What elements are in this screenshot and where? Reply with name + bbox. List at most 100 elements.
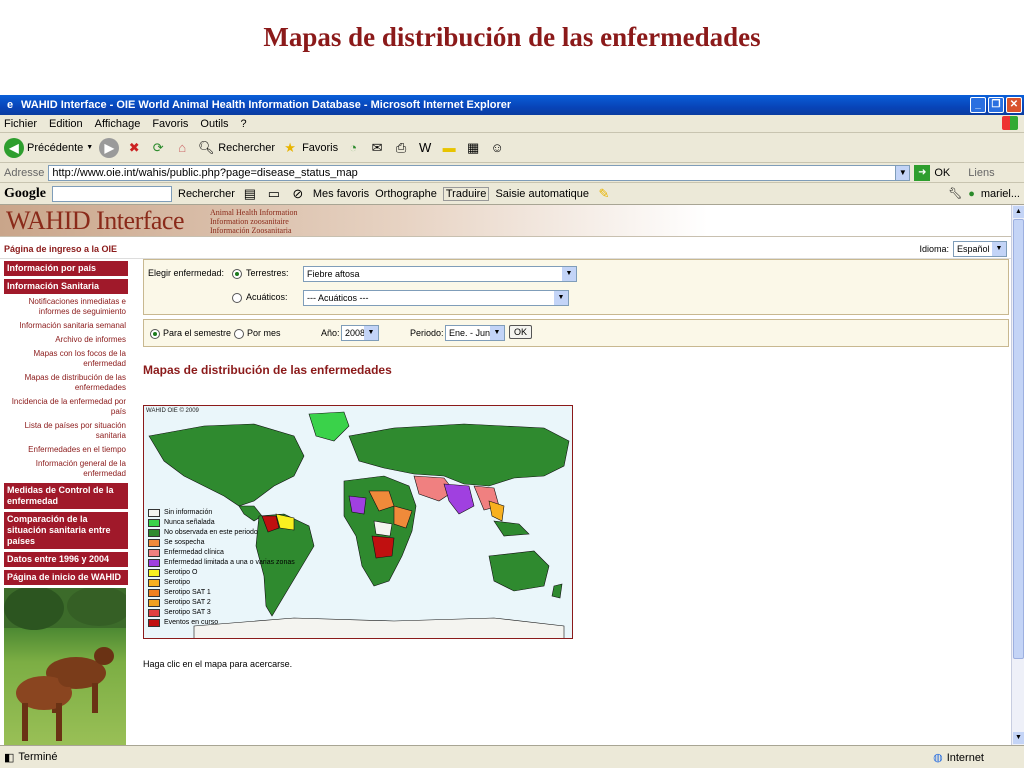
toolbar: ◀ Précédente ▼ ▶ ✖ ⟳ ⌂ 🔍︎ Rechercher ★ F… [0, 133, 1024, 163]
stop-icon[interactable]: ✖ [125, 139, 143, 157]
menu-affichage[interactable]: Affichage [95, 118, 141, 130]
legend-item: Serotipo O [148, 568, 295, 578]
google-search-input[interactable] [52, 185, 172, 202]
highlighter-icon[interactable]: ✎ [595, 185, 613, 203]
research-icon[interactable]: ▦ [464, 139, 482, 157]
legend-item: Eventos en curso [148, 618, 295, 628]
legend-swatch [148, 529, 160, 537]
sidebar-subitem[interactable]: Incidencia de la enfermedad por país [4, 397, 128, 417]
sidebar-subitem[interactable]: Mapas de distribución de las enfermedade… [4, 373, 128, 393]
menu-fichier[interactable]: Fichier [4, 118, 37, 130]
sidebar: Información por país Información Sanitar… [4, 261, 128, 745]
home-icon[interactable]: ⌂ [173, 139, 191, 157]
slide-title: Mapas de distribución de las enfermedade… [263, 22, 761, 52]
menu-help[interactable]: ? [241, 118, 247, 130]
globe-icon: ◍ [933, 752, 943, 764]
period-select[interactable]: Ene. - Jun. ▼ [445, 325, 505, 341]
zone-text: Internet [946, 751, 984, 764]
back-button[interactable]: ◀ Précédente ▼ [4, 137, 93, 158]
year-select[interactable]: 2008 ▼ [341, 325, 379, 341]
legend-swatch [148, 589, 160, 597]
sidebar-subitem[interactable]: Información general de la enfermedad [4, 459, 128, 479]
minimize-button[interactable]: _ [970, 97, 986, 113]
search-label: Rechercher [218, 141, 276, 154]
legend-swatch [148, 599, 160, 607]
address-input[interactable]: http://www.oie.int/wahis/public.php?page… [48, 164, 911, 181]
title-bar: e WAHID Interface - OIE World Animal Hea… [0, 95, 1024, 115]
window-title: WAHID Interface - OIE World Animal Healt… [21, 99, 512, 111]
sidebar-subitem[interactable]: Enfermedades en el tiempo [4, 445, 128, 455]
terrestrial-disease-select[interactable]: Fiebre aftosa ▼ [303, 266, 577, 282]
menu-favoris[interactable]: Favoris [152, 118, 188, 130]
go-arrow-icon[interactable]: ➜ [914, 164, 931, 181]
scroll-up-icon[interactable]: ▲ [1013, 206, 1024, 218]
folder-icon[interactable]: ▬ [440, 139, 458, 157]
sidebar-subitem[interactable]: Mapas con los focos de la enfermedad [4, 349, 128, 369]
go-button[interactable]: OK [934, 167, 950, 179]
refresh-icon[interactable]: ⟳ [149, 139, 167, 157]
autofill-button[interactable]: Saisie automatique [495, 188, 589, 200]
wahid-logo[interactable]: WAHID Interface [6, 206, 185, 236]
favorites-label: Favoris [302, 141, 339, 154]
maximize-button[interactable]: ❐ [988, 97, 1004, 113]
sidebar-subitem[interactable]: Lista de países por situación sanitaria [4, 421, 128, 441]
sidebar-item-sanitary-info[interactable]: Información Sanitaria [4, 279, 128, 294]
sidebar-item-country-info[interactable]: Información por país [4, 261, 128, 276]
google-logo: Google [4, 185, 46, 201]
google-search-button[interactable]: Rechercher [178, 188, 235, 200]
chevron-down-icon: ▼ [562, 267, 576, 281]
legend-swatch [148, 519, 160, 527]
spellcheck-button[interactable]: Orthographe [375, 188, 437, 200]
messenger-icon[interactable]: ☺ [488, 139, 506, 157]
oie-home-link[interactable]: Página de ingreso a la OIE [4, 244, 117, 254]
language-select[interactable]: Español ▼ [953, 240, 1007, 257]
pagerank-icon: ▭ [267, 185, 280, 201]
month-label: Por mes [247, 328, 281, 338]
menu-edition[interactable]: Edition [49, 118, 83, 130]
aquatic-radio[interactable] [232, 293, 242, 303]
history-icon[interactable]: ◔ [344, 139, 362, 157]
legend-item: Enfermedad limitada a una o varias zonas [148, 558, 295, 568]
star-icon: ★ [284, 139, 296, 155]
links-button[interactable]: Liens [968, 167, 994, 179]
map-credit: WAHID OIE © 2009 [146, 407, 200, 414]
sidebar-subitem[interactable]: Información sanitaria semanal [4, 321, 128, 331]
favorites-button[interactable]: ★ Favoris [281, 139, 338, 157]
sidebar-item-control[interactable]: Medidas de Control de la enfermedad [4, 483, 128, 509]
vertical-scrollbar[interactable]: ▲ ▼ [1011, 205, 1024, 745]
menu-outils[interactable]: Outils [200, 118, 228, 130]
sidebar-subitem[interactable]: Notificaciones inmediatas e informes de … [4, 297, 128, 317]
period-label: Periodo: [410, 328, 444, 338]
news-icon[interactable]: ▤ [241, 185, 259, 203]
search-button[interactable]: 🔍︎ Rechercher [197, 139, 275, 157]
sidebar-item-data[interactable]: Datos entre 1996 y 2004 [4, 552, 128, 567]
sidebar-item-wahid-home[interactable]: Página de inicio de WAHID [4, 570, 128, 585]
google-user[interactable]: mariel... [981, 188, 1020, 200]
menu-bar: Fichier Edition Affichage Favoris Outils… [0, 115, 1024, 133]
mail-icon[interactable]: ✉ [368, 139, 386, 157]
scroll-thumb[interactable] [1013, 219, 1024, 659]
ok-button[interactable]: OK [509, 325, 533, 339]
popup-blocker-icon[interactable]: ⊘ [289, 185, 307, 203]
distribution-map[interactable]: WAHID OIE © 2009 Sin información Nunca s… [143, 405, 573, 639]
close-button[interactable]: ✕ [1006, 97, 1022, 113]
map-hint: Haga clic en el mapa para acercarse. [143, 659, 293, 669]
aquatic-disease-select[interactable]: --- Acuáticos --- ▼ [303, 290, 569, 306]
sidebar-item-compare[interactable]: Comparación de la situación sanitaria en… [4, 512, 128, 549]
word-icon[interactable]: W [416, 139, 434, 157]
legend-item: Se sospecha [148, 538, 295, 548]
print-icon[interactable]: ⎙ [392, 139, 410, 157]
google-favorites-button[interactable]: Mes favoris [313, 188, 369, 200]
chevron-down-icon[interactable]: ▼ [895, 165, 910, 180]
language-label: Idioma: [919, 243, 949, 254]
sidebar-subitem[interactable]: Archivo de informes [4, 335, 128, 345]
month-radio[interactable] [234, 329, 244, 339]
forward-button[interactable]: ▶ [99, 137, 120, 158]
legend-swatch [148, 549, 160, 557]
legend-item: No observada en este periodo [148, 528, 295, 538]
scroll-down-icon[interactable]: ▼ [1013, 732, 1024, 744]
terrestrial-radio[interactable] [232, 269, 242, 279]
translate-button[interactable]: Traduire [442, 186, 490, 201]
wrench-icon[interactable]: 🔧︎ [948, 187, 962, 200]
semester-radio[interactable] [150, 329, 160, 339]
